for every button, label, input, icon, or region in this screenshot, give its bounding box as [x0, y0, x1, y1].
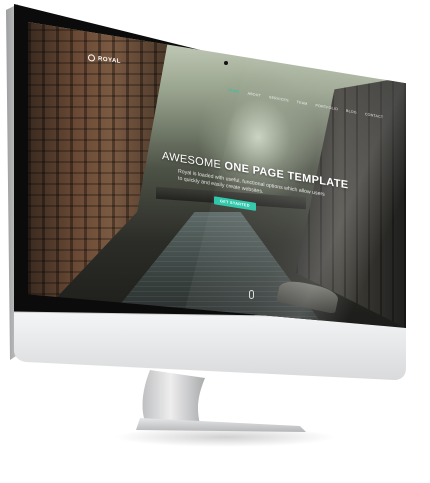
imac-monitor: ROYAL HOME ABOUT SERVICES TEAM PORTFOLIO… [0, 0, 430, 483]
crown-circle-icon [88, 53, 95, 62]
stage: ROYAL HOME ABOUT SERVICES TEAM PORTFOLIO… [0, 0, 430, 483]
mouse-scroll-icon[interactable] [249, 290, 254, 299]
camera-icon [224, 61, 228, 65]
stand-neck [142, 370, 205, 424]
stand-base [136, 418, 306, 432]
